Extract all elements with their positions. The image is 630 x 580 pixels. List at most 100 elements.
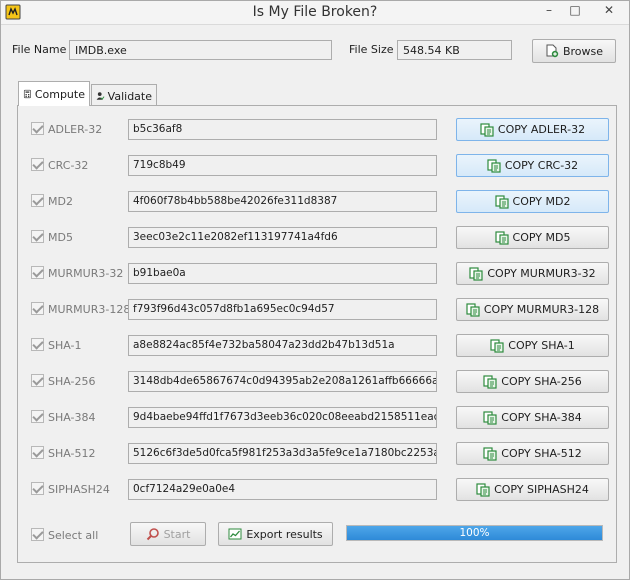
copy-hash-label: COPY MURMUR3-32 bbox=[487, 267, 596, 280]
hash-row: SHA-512 5126c6f3de5d0fca5f981f253a3d3a5fe… bbox=[18, 441, 618, 465]
select-all-checkbox[interactable] bbox=[31, 528, 44, 541]
copy-hash-button[interactable]: COPY SIPHASH24 bbox=[456, 478, 609, 501]
hash-label: MURMUR3-128 bbox=[48, 303, 131, 316]
hash-label: SIPHASH24 bbox=[48, 483, 110, 496]
copy-hash-button[interactable]: COPY CRC-32 bbox=[456, 154, 609, 177]
start-label: Start bbox=[163, 527, 191, 541]
copy-hash-label: COPY ADLER-32 bbox=[497, 123, 586, 136]
hash-value-field[interactable]: 3eec03e2c11e2082ef113197741a4fd6 bbox=[128, 227, 437, 248]
hash-checkbox[interactable] bbox=[31, 266, 44, 279]
hash-checkbox[interactable] bbox=[31, 482, 44, 495]
window-title: Is My File Broken? bbox=[252, 4, 378, 20]
copy-icon bbox=[494, 194, 509, 209]
compute-panel: ADLER-32 b5c36af8 COPY ADLER-32 CRC-32 719c8… bbox=[17, 105, 617, 563]
export-results-button[interactable]: Export results bbox=[218, 522, 333, 546]
browse-label: Browse bbox=[562, 44, 604, 58]
hash-checkbox[interactable] bbox=[31, 122, 44, 135]
hash-label: ADLER-32 bbox=[48, 123, 103, 136]
copy-hash-button[interactable]: COPY MD5 bbox=[456, 226, 609, 249]
file-name-field[interactable]: IMDB.exe bbox=[69, 40, 332, 60]
copy-hash-label: COPY SHA-384 bbox=[501, 411, 582, 424]
hash-checkbox[interactable] bbox=[31, 410, 44, 423]
user-check-icon bbox=[96, 92, 105, 100]
maximize-button[interactable]: □ bbox=[562, 1, 588, 21]
hash-label: SHA-384 bbox=[48, 411, 96, 424]
copy-hash-label: COPY MD2 bbox=[512, 195, 571, 208]
export-results-label: Export results bbox=[246, 527, 323, 541]
progress-bar: 100% bbox=[346, 525, 603, 541]
hash-checkbox[interactable] bbox=[31, 230, 44, 243]
hash-value-field[interactable]: a8e8824ac85f4e732ba58047a23dd2b47b13d51a bbox=[128, 335, 437, 356]
file-size-field: 548.54 KB bbox=[397, 40, 512, 60]
chart-icon bbox=[228, 528, 242, 540]
copy-icon bbox=[483, 410, 497, 425]
hash-checkbox[interactable] bbox=[31, 302, 44, 315]
copy-icon bbox=[466, 302, 480, 317]
hash-value-field[interactable]: b91bae0a bbox=[128, 263, 437, 284]
copy-hash-label: COPY CRC-32 bbox=[504, 159, 579, 172]
copy-hash-button[interactable]: COPY SHA-256 bbox=[456, 370, 609, 393]
hash-row: CRC-32 719c8b49 COPY CRC-32 bbox=[18, 153, 618, 177]
hash-row: MD2 4f060f78b4bb588be42026fe311d8387 COPY … bbox=[18, 189, 618, 213]
hash-checkbox[interactable] bbox=[31, 338, 44, 351]
copy-hash-button[interactable]: COPY MURMUR3-128 bbox=[456, 298, 609, 321]
hash-label: MURMUR3-32 bbox=[48, 267, 124, 280]
hash-checkbox[interactable] bbox=[31, 194, 44, 207]
copy-hash-button[interactable]: COPY MURMUR3-32 bbox=[456, 262, 609, 285]
hash-label: MD5 bbox=[48, 231, 73, 244]
copy-icon bbox=[476, 482, 490, 497]
hash-label: MD2 bbox=[48, 195, 73, 208]
hash-row: SHA-1 a8e8824ac85f4e732ba58047a23dd2b47b1… bbox=[18, 333, 618, 357]
select-all-label: Select all bbox=[48, 529, 99, 542]
app-window: Is My File Broken? – □ ✕ File Name IMDB.… bbox=[0, 0, 630, 580]
copy-icon bbox=[483, 446, 497, 461]
copy-hash-label: COPY SHA-512 bbox=[501, 447, 582, 460]
hash-row: MD5 3eec03e2c11e2082ef113197741a4fd6 COPY … bbox=[18, 225, 618, 249]
tab-compute[interactable]: Compute bbox=[18, 81, 90, 106]
file-name-label: File Name bbox=[12, 43, 67, 56]
title-bar: Is My File Broken? – □ ✕ bbox=[1, 1, 629, 25]
progress-text: 100% bbox=[459, 527, 490, 539]
add-file-icon bbox=[546, 44, 559, 58]
copy-hash-label: COPY SHA-1 bbox=[508, 339, 575, 352]
copy-hash-button[interactable]: COPY SHA-1 bbox=[456, 334, 609, 357]
hash-value-field[interactable]: 9d4baebe94ffd1f7673d3eeb36c020c08eeabd21… bbox=[128, 407, 437, 428]
hash-checkbox[interactable] bbox=[31, 446, 44, 459]
start-button[interactable]: Start bbox=[130, 522, 206, 546]
calculator-icon bbox=[23, 89, 31, 99]
copy-hash-label: COPY SHA-256 bbox=[501, 375, 582, 388]
copy-hash-label: COPY SIPHASH24 bbox=[494, 483, 589, 496]
hash-label: SHA-256 bbox=[48, 375, 96, 388]
hash-value-field[interactable]: 5126c6f3de5d0fca5f981f253a3d3a5fe9ce1a71… bbox=[128, 443, 437, 464]
copy-hash-button[interactable]: COPY SHA-384 bbox=[456, 406, 609, 429]
copy-hash-button[interactable]: COPY MD2 bbox=[456, 190, 609, 213]
hash-value-field[interactable]: 4f060f78b4bb588be42026fe311d8387 bbox=[128, 191, 437, 212]
tab-validate-label: Validate bbox=[107, 89, 152, 103]
hash-value-field[interactable]: 0cf7124a29e0a0e4 bbox=[128, 479, 437, 500]
hash-row: MURMUR3-128 f793f96d43c057d8fb1a695ec0c94… bbox=[18, 297, 618, 321]
browse-button[interactable]: Browse bbox=[532, 39, 616, 63]
copy-hash-button[interactable]: COPY ADLER-32 bbox=[456, 118, 609, 141]
hash-row: ADLER-32 b5c36af8 COPY ADLER-32 bbox=[18, 117, 618, 141]
hash-checkbox[interactable] bbox=[31, 158, 44, 171]
copy-icon bbox=[480, 122, 494, 137]
hash-value-field[interactable]: f793f96d43c057d8fb1a695ec0c94d57 bbox=[128, 299, 437, 320]
close-button[interactable]: ✕ bbox=[589, 1, 629, 21]
copy-hash-label: COPY MD5 bbox=[512, 231, 571, 244]
hash-value-field[interactable]: 3148db4de65867674c0d94395ab2e208a1261aff… bbox=[128, 371, 437, 392]
hash-row: SHA-256 3148db4de65867674c0d94395ab2e208a… bbox=[18, 369, 618, 393]
copy-hash-label: COPY MURMUR3-128 bbox=[483, 303, 600, 316]
file-size-label: File Size bbox=[349, 43, 394, 56]
minimize-button[interactable]: – bbox=[536, 1, 562, 21]
hash-value-field[interactable]: 719c8b49 bbox=[128, 155, 437, 176]
copy-icon bbox=[494, 230, 509, 245]
hash-row: MURMUR3-32 b91bae0a COPY MURMUR3-32 bbox=[18, 261, 618, 285]
hash-label: SHA-512 bbox=[48, 447, 96, 460]
hash-value-field[interactable]: b5c36af8 bbox=[128, 119, 437, 140]
copy-hash-button[interactable]: COPY SHA-512 bbox=[456, 442, 609, 465]
hash-checkbox[interactable] bbox=[31, 374, 44, 387]
hash-label: SHA-1 bbox=[48, 339, 82, 352]
copy-icon bbox=[483, 374, 497, 389]
copy-icon bbox=[487, 158, 501, 173]
tab-validate[interactable]: Validate bbox=[91, 84, 157, 107]
